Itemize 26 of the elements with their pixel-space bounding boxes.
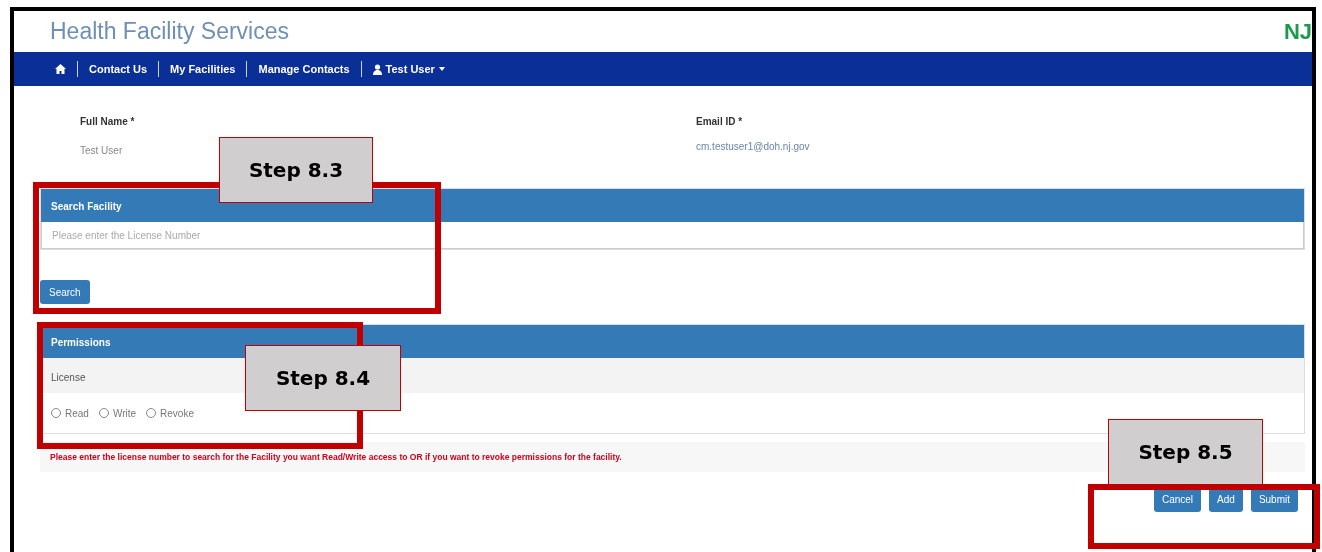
panel-title: Permissions (41, 325, 1304, 358)
step-label: Step 8.3 (219, 137, 373, 203)
step-label: Step 8.4 (245, 345, 401, 411)
caret-icon (438, 67, 445, 71)
step-label: Step 8.5 (1108, 419, 1263, 485)
field-label: Email ID * (696, 115, 744, 129)
site-title: Health Facility Services (50, 17, 290, 47)
license-number-field[interactable]: Please enter the License Number (41, 222, 1304, 249)
field-value: Test User (80, 144, 124, 158)
option-label: Write (112, 406, 137, 421)
nav-link[interactable]: My Facilities (159, 60, 247, 78)
home-icon (55, 64, 66, 74)
search-button[interactable]: Search (40, 280, 90, 304)
radio-button[interactable] (146, 408, 157, 418)
logo: NJ (1283, 20, 1312, 43)
option-label: Read (65, 406, 89, 421)
field-value: cm.testuser1@doh.nj.gov (696, 140, 811, 154)
option-label: Revoke (160, 406, 194, 421)
nav-link[interactable]: Contact Us (78, 60, 159, 78)
field-label: Full Name * (80, 115, 136, 129)
nav-link[interactable]: Manage Contacts (247, 60, 361, 78)
panel-title: Search Facility (41, 189, 1304, 222)
user-menu[interactable]: Test User (361, 60, 456, 78)
radio-button[interactable] (51, 408, 61, 418)
user-icon (372, 63, 382, 75)
radio-button[interactable] (98, 408, 109, 418)
